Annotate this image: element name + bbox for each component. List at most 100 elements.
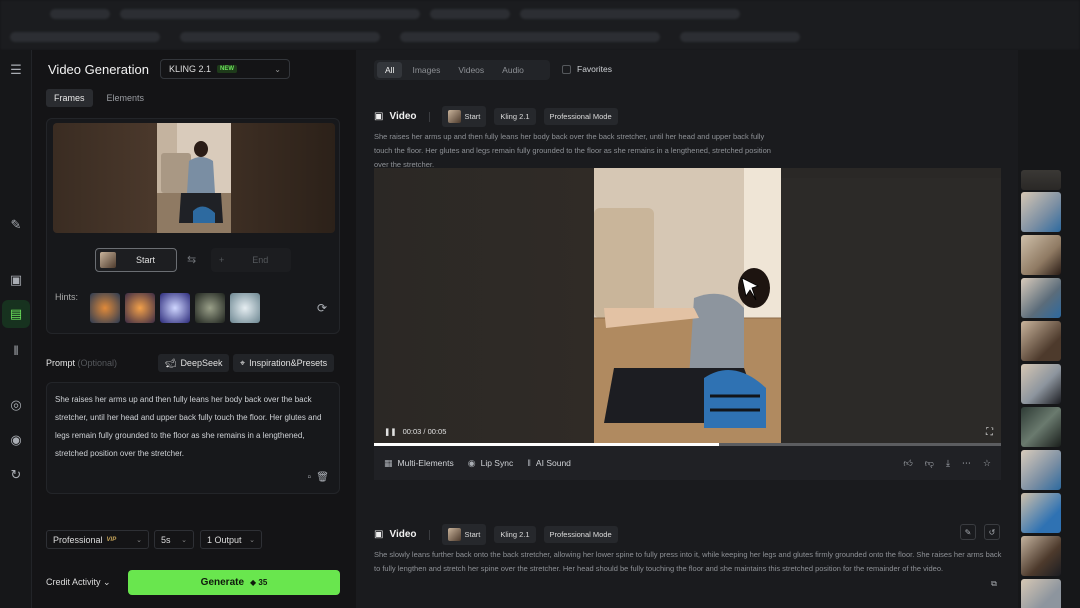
refresh-icon[interactable]: ⟳: [317, 301, 327, 315]
start-chip: Start: [441, 524, 487, 545]
vip-badge: VIP: [106, 536, 117, 543]
page-title: Video Generation: [48, 62, 149, 77]
start-chip: Start: [441, 106, 487, 127]
copy-icon[interactable]: ⧉: [986, 576, 1002, 592]
more-icon[interactable]: ⋯: [962, 458, 971, 469]
fullscreen-icon[interactable]: ⛶: [986, 427, 993, 438]
card-type: Video: [389, 529, 417, 540]
model-name: KLING 2.1: [169, 64, 212, 74]
history-thumbnail[interactable]: [1021, 536, 1061, 576]
eye-icon: ◉: [467, 457, 476, 468]
pin-icon: ⌖: [240, 357, 246, 368]
thumbs-down-icon[interactable]: 👎︎: [925, 458, 934, 469]
card-description: She raises her arms up and then fully le…: [374, 132, 771, 169]
favorites-label: Favorites: [577, 64, 612, 74]
model-chip: Kling 2.1: [494, 108, 536, 125]
prompt-input[interactable]: She raises her arms up and then fully le…: [46, 382, 340, 494]
filter-all[interactable]: All: [377, 62, 403, 78]
audio-icon[interactable]: ǁ: [6, 340, 26, 360]
mode-select[interactable]: Professional VIP ⌄: [46, 530, 149, 549]
card-header: ▣ Video Start Kling 2.1 Professional Mode: [374, 524, 618, 545]
history-thumbnail[interactable]: [1021, 407, 1061, 447]
chevron-down-icon: ⌄: [249, 536, 255, 544]
credit-activity-link[interactable]: Credit Activity ⌄: [46, 577, 111, 588]
filter-audio[interactable]: Audio: [494, 62, 532, 78]
history-thumbnail[interactable]: [1021, 450, 1061, 490]
output-select[interactable]: 1 Output ⌄: [200, 530, 262, 549]
grid-icon: ▦: [384, 457, 393, 468]
deepseek-icon: 🐋︎: [165, 357, 177, 368]
history-thumbnail[interactable]: [1021, 170, 1061, 190]
history-icon[interactable]: ↻: [6, 465, 26, 485]
results-feed: All Images Videos Audio Favorites ▣ Video…: [356, 50, 1018, 608]
save-icon[interactable]: ▫: [307, 472, 311, 483]
menu-icon[interactable]: ☰: [6, 60, 26, 80]
history-thumbnail[interactable]: [1021, 192, 1061, 232]
filter-images[interactable]: Images: [404, 62, 448, 78]
card-actions: ▦ Multi-Elements ◉ Lip Sync ǁ AI Sound 👍︎ 👎…: [374, 446, 1001, 480]
video-icon: ▣: [374, 529, 384, 540]
inspiration-label: Inspiration&Presets: [249, 358, 328, 368]
tab-frames[interactable]: Frames: [46, 89, 93, 107]
chevron-down-icon: ⌄: [274, 64, 281, 74]
prompt-title: Prompt: [46, 358, 76, 368]
end-frame-button[interactable]: + End: [211, 248, 291, 272]
plus-icon: +: [219, 255, 225, 265]
video-icon[interactable]: ▤: [2, 300, 30, 328]
filter-videos[interactable]: Videos: [450, 62, 492, 78]
start-frame-image: [157, 123, 231, 233]
hint-thumbnail[interactable]: [160, 293, 190, 323]
download-icon[interactable]: ⤓: [946, 458, 950, 469]
start-frame-label: Start: [136, 255, 156, 265]
card-header: ▣ Video Start Kling 2.1 Professional Mode: [374, 106, 618, 127]
globe-icon[interactable]: ◎: [6, 395, 26, 415]
start-frame-button[interactable]: Start: [95, 248, 177, 272]
swap-icon[interactable]: ⇆: [187, 253, 196, 266]
prompt-text[interactable]: She raises her arms up and then fully le…: [55, 391, 335, 463]
image-icon[interactable]: ▣: [6, 270, 26, 290]
hint-thumbnail[interactable]: [195, 293, 225, 323]
history-thumbnail[interactable]: [1021, 235, 1061, 275]
history-thumbnail[interactable]: [1021, 579, 1061, 608]
model-select[interactable]: KLING 2.1 NEW ⌄: [160, 59, 290, 79]
multi-elements-button[interactable]: ▦ Multi-Elements: [384, 458, 454, 469]
ai-sound-button[interactable]: ǁ AI Sound: [527, 458, 571, 468]
duration-select[interactable]: 5s ⌄: [154, 530, 194, 549]
trash-icon[interactable]: 🗑︎: [316, 472, 329, 483]
hint-thumbnail[interactable]: [230, 293, 260, 323]
video-icon: ▣: [374, 111, 384, 122]
history-thumbnail[interactable]: [1021, 493, 1061, 533]
deepseek-button[interactable]: 🐋︎ DeepSeek: [158, 354, 230, 372]
generation-panel: Video Generation KLING 2.1 NEW ⌄ Frames …: [32, 50, 356, 608]
chevron-down-icon: ⌄: [181, 536, 187, 544]
edit-icon[interactable]: ✎: [960, 524, 976, 540]
hint-thumbnail[interactable]: [90, 293, 120, 323]
pause-icon[interactable]: ❚❚: [384, 427, 397, 436]
tab-elements[interactable]: Elements: [99, 89, 153, 107]
favorites-toggle[interactable]: Favorites: [562, 64, 612, 74]
history-strip: [1018, 50, 1080, 608]
waveform-icon: ǁ: [527, 458, 531, 468]
eye-icon[interactable]: ◉: [6, 430, 26, 450]
history-thumbnail[interactable]: [1021, 364, 1061, 404]
lip-sync-button[interactable]: ◉ Lip Sync: [468, 458, 513, 469]
thumbs-up-icon[interactable]: 👍︎: [903, 458, 912, 469]
browser-toolbar: [0, 0, 1080, 50]
video-player[interactable]: ❚❚ 00:03 / 00:05 ⛶: [374, 168, 1001, 446]
generate-label: Generate: [200, 577, 245, 588]
star-icon[interactable]: ☆: [983, 458, 991, 469]
credit-label: Credit Activity: [46, 577, 101, 587]
history-thumbnail[interactable]: [1021, 278, 1061, 318]
favorites-checkbox[interactable]: [562, 64, 571, 74]
inspiration-button[interactable]: ⌖ Inspiration&Presets: [233, 354, 335, 372]
mode-value: Professional: [53, 534, 103, 545]
history-thumbnail[interactable]: [1021, 321, 1061, 361]
pencil-icon[interactable]: ✎: [6, 215, 26, 235]
start-frame-thumbnail: [100, 252, 116, 268]
hint-thumbnail[interactable]: [125, 293, 155, 323]
generate-button[interactable]: Generate ◆ 35: [128, 570, 340, 595]
regenerate-icon[interactable]: ↺: [984, 524, 1000, 540]
player-controls: ❚❚ 00:03 / 00:05: [384, 427, 446, 436]
filter-tabs: All Images Videos Audio: [374, 60, 550, 80]
mode-chip: Professional Mode: [543, 526, 618, 543]
